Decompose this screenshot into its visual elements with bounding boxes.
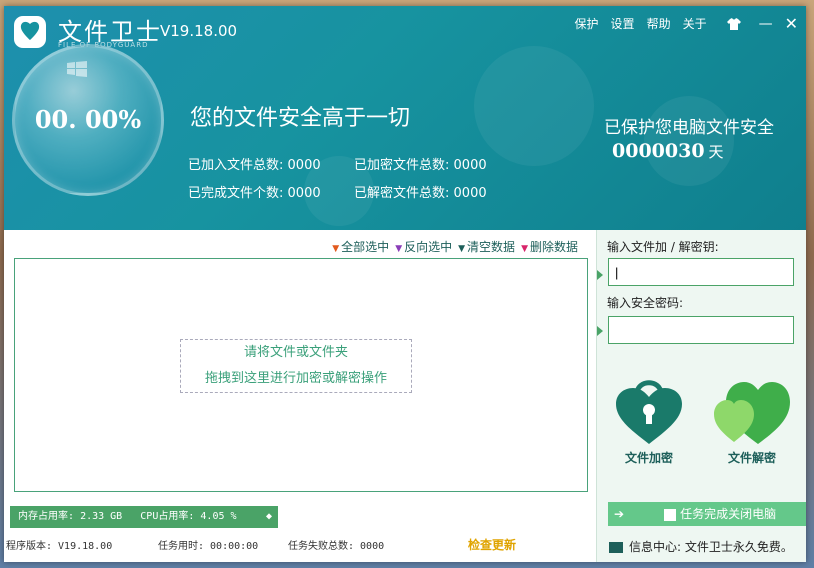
stats-panel: 已加入文件总数: 0000 已加密文件总数: 0000 已完成文件个数: 000… bbox=[188, 154, 520, 210]
clear-data-button[interactable]: ▼ 清空数据 bbox=[458, 238, 515, 255]
select-all-label: 全部选中 bbox=[341, 240, 390, 254]
windows-icon bbox=[67, 61, 87, 77]
right-panel: 输入文件加 / 解密钥: 输入安全密码: 文件加密 文件解密 ➔ 任务完成关闭电脑 bbox=[596, 230, 806, 562]
pointer-icon bbox=[597, 270, 603, 280]
drop-hint: 请将文件或文件夹 拖拽到这里进行加密或解密操作 bbox=[180, 339, 412, 393]
memory-value: 2.33 GB bbox=[80, 511, 123, 522]
stat-added-value: 0000 bbox=[287, 158, 321, 173]
invert-select-label: 反向选中 bbox=[404, 240, 453, 254]
header-banner: 文件卫士 FILE OF BODYGUARD V19.18.00 保护 设置 帮… bbox=[4, 6, 806, 230]
decrypt-label: 文件解密 bbox=[727, 451, 776, 465]
encrypt-button[interactable]: 文件加密 bbox=[609, 374, 689, 466]
menu-about[interactable]: 关于 bbox=[683, 15, 707, 32]
double-heart-icon bbox=[714, 382, 790, 444]
delete-data-label: 删除数据 bbox=[529, 240, 578, 254]
progress-gauge: 00. 00% bbox=[12, 44, 164, 196]
key-input[interactable] bbox=[608, 258, 794, 286]
stat-completed-value: 0000 bbox=[287, 186, 321, 201]
arrow-down-icon: ▼ bbox=[458, 244, 466, 254]
stat-decrypted-label: 已解密文件总数: bbox=[354, 186, 450, 201]
top-menu: 保护 设置 帮助 关于 — ✕ bbox=[575, 14, 798, 33]
lock-heart-icon bbox=[616, 380, 682, 444]
select-all-button[interactable]: ▼ 全部选中 bbox=[332, 238, 389, 255]
stat-encrypted-value: 0000 bbox=[453, 158, 487, 173]
stat-completed-label: 已完成文件个数: bbox=[188, 186, 284, 201]
file-drop-zone[interactable]: 请将文件或文件夹 拖拽到这里进行加密或解密操作 bbox=[14, 258, 588, 492]
program-version: 程序版本: V19.18.00 bbox=[6, 541, 113, 552]
password-label: 输入安全密码: bbox=[607, 296, 684, 310]
pointer-icon bbox=[597, 326, 603, 336]
logo-icon bbox=[14, 16, 46, 48]
protect-text: 已保护您电脑文件安全 bbox=[604, 118, 774, 138]
check-update-link[interactable]: 检查更新 bbox=[468, 536, 516, 553]
invert-select-button[interactable]: ▼ 反向选中 bbox=[395, 238, 452, 255]
gauge-percent: 00. 00% bbox=[34, 105, 142, 134]
shutdown-label: 任务完成关闭电脑 bbox=[680, 507, 777, 521]
arrow-down-icon: ▼ bbox=[332, 244, 340, 254]
clear-data-label: 清空数据 bbox=[467, 240, 516, 254]
protected-days: 0000030 天 bbox=[612, 140, 724, 162]
days-unit: 天 bbox=[708, 143, 724, 161]
menu-help[interactable]: 帮助 bbox=[647, 15, 671, 32]
memory-label: 内存占用率: bbox=[18, 511, 75, 522]
stat-added-label: 已加入文件总数: bbox=[188, 158, 284, 173]
cpu-value: 4.05 % bbox=[200, 511, 237, 522]
arrow-down-icon: ▼ bbox=[395, 244, 403, 254]
minimize-icon[interactable]: — bbox=[759, 16, 773, 32]
key-label: 输入文件加 / 解密钥: bbox=[607, 240, 719, 254]
app-window: 文件卫士 FILE OF BODYGUARD V19.18.00 保护 设置 帮… bbox=[4, 6, 806, 562]
resource-status: 内存占用率: 2.33 GB CPU占用率: 4.05 % ◆ bbox=[10, 506, 278, 528]
days-count: 0000030 bbox=[612, 140, 705, 162]
version-label: V19.18.00 bbox=[160, 22, 238, 40]
shutdown-toggle[interactable]: ➔ 任务完成关闭电脑 bbox=[608, 502, 806, 526]
list-toolbar: ▼ 全部选中 ▼ 反向选中 ▼ 清空数据 ▼ 删除数据 bbox=[332, 238, 578, 255]
task-time: 任务用时: 00:00:00 bbox=[158, 541, 259, 552]
menu-settings[interactable]: 设置 bbox=[611, 15, 635, 32]
arrow-back-icon[interactable]: ◆ bbox=[266, 506, 272, 528]
drop-hint-line1: 请将文件或文件夹 bbox=[243, 345, 348, 360]
decrypt-button[interactable]: 文件解密 bbox=[709, 380, 795, 466]
encrypt-label: 文件加密 bbox=[624, 451, 673, 465]
decor-circle bbox=[474, 46, 594, 166]
shutdown-checkbox[interactable] bbox=[664, 508, 677, 521]
slogan: 您的文件安全高于一切 bbox=[190, 106, 411, 131]
cpu-label: CPU占用率: bbox=[140, 511, 195, 522]
skin-icon[interactable] bbox=[726, 17, 741, 30]
info-text: 信息中心: 文件卫士永久免费。 bbox=[629, 540, 793, 554]
password-input[interactable] bbox=[608, 316, 794, 344]
delete-data-button[interactable]: ▼ 删除数据 bbox=[521, 238, 578, 255]
arrow-down-icon: ▼ bbox=[521, 244, 528, 254]
stat-encrypted-label: 已加密文件总数: bbox=[354, 158, 450, 173]
arrow-right-icon: ➔ bbox=[614, 507, 625, 521]
info-center: 信息中心: 文件卫士永久免费。 bbox=[609, 538, 793, 555]
drop-hint-line2: 拖拽到这里进行加密或解密操作 bbox=[204, 371, 387, 386]
menu-protect[interactable]: 保护 bbox=[575, 15, 599, 32]
stat-decrypted-value: 0000 bbox=[453, 186, 487, 201]
task-failed: 任务失败总数: 0000 bbox=[288, 541, 385, 552]
mail-icon bbox=[609, 542, 623, 553]
close-icon[interactable]: ✕ bbox=[785, 14, 798, 33]
